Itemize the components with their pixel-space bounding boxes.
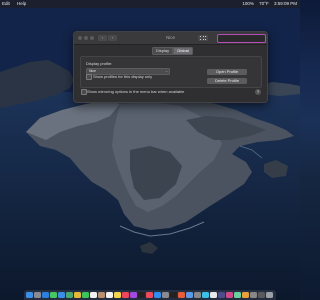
display-only-checkbox[interactable] [86,74,92,80]
app-icon[interactable] [194,291,201,298]
tab-display[interactable]: Display [152,47,174,55]
app-icon[interactable] [210,291,217,298]
app-icon[interactable] [258,291,265,298]
app-icon[interactable] [250,291,257,298]
music-icon[interactable] [122,291,129,298]
reminders-icon[interactable] [106,291,113,298]
title-bar[interactable]: ‹ › Nice [74,32,267,45]
app-icon[interactable] [178,291,185,298]
tv-icon[interactable] [138,291,145,298]
tab-global[interactable]: Global [173,47,193,55]
app-icon[interactable] [242,291,249,298]
segmented-tabs: Display Global [152,47,193,55]
app-icon[interactable] [218,291,225,298]
menubar-clock[interactable]: 3:59:09 PM [274,1,297,6]
dock [24,290,276,300]
messages-icon[interactable] [50,291,57,298]
facetime-icon[interactable] [82,291,89,298]
app-icon[interactable] [226,291,233,298]
delete-profile-button[interactable]: Delete Profile [207,78,247,84]
terminal-icon[interactable] [170,291,177,298]
trash-icon[interactable] [266,291,273,298]
mail-icon[interactable] [58,291,65,298]
search-field[interactable] [217,34,266,43]
launchpad-icon[interactable] [34,291,41,298]
weather-status[interactable]: 70°F [259,1,269,6]
finder-icon[interactable] [26,291,33,298]
news-icon[interactable] [146,291,153,298]
display-only-label: Show profiles for this display only [93,73,153,79]
menu-help[interactable]: Help [17,1,26,6]
appstore-icon[interactable] [154,291,161,298]
app-icon[interactable] [202,291,209,298]
display-profile-label: Display profile: [86,61,113,66]
menu-edit[interactable]: Edit [2,1,10,6]
app-window: ‹ › Nice Display Global Display profile:… [73,31,268,103]
open-profile-button[interactable]: Open Profile [207,69,247,75]
menu-bar-option-label: Show mirroring options in the menu bar w… [87,88,185,94]
app-icon[interactable] [234,291,241,298]
maps-icon[interactable] [66,291,73,298]
battery-status[interactable]: 100% [242,1,254,6]
popup-chevron-icon: ⌄ [165,69,168,73]
preferences-icon[interactable] [162,291,169,298]
photos-icon[interactable] [74,291,81,298]
contacts-icon[interactable] [98,291,105,298]
calendar-icon[interactable] [90,291,97,298]
app-icon[interactable] [186,291,193,298]
menu-bar: Edit Help 100% 70°F 3:59:09 PM [0,0,300,8]
notes-icon[interactable] [114,291,121,298]
help-button[interactable]: ? [255,89,261,95]
safari-icon[interactable] [42,291,49,298]
podcasts-icon[interactable] [130,291,137,298]
